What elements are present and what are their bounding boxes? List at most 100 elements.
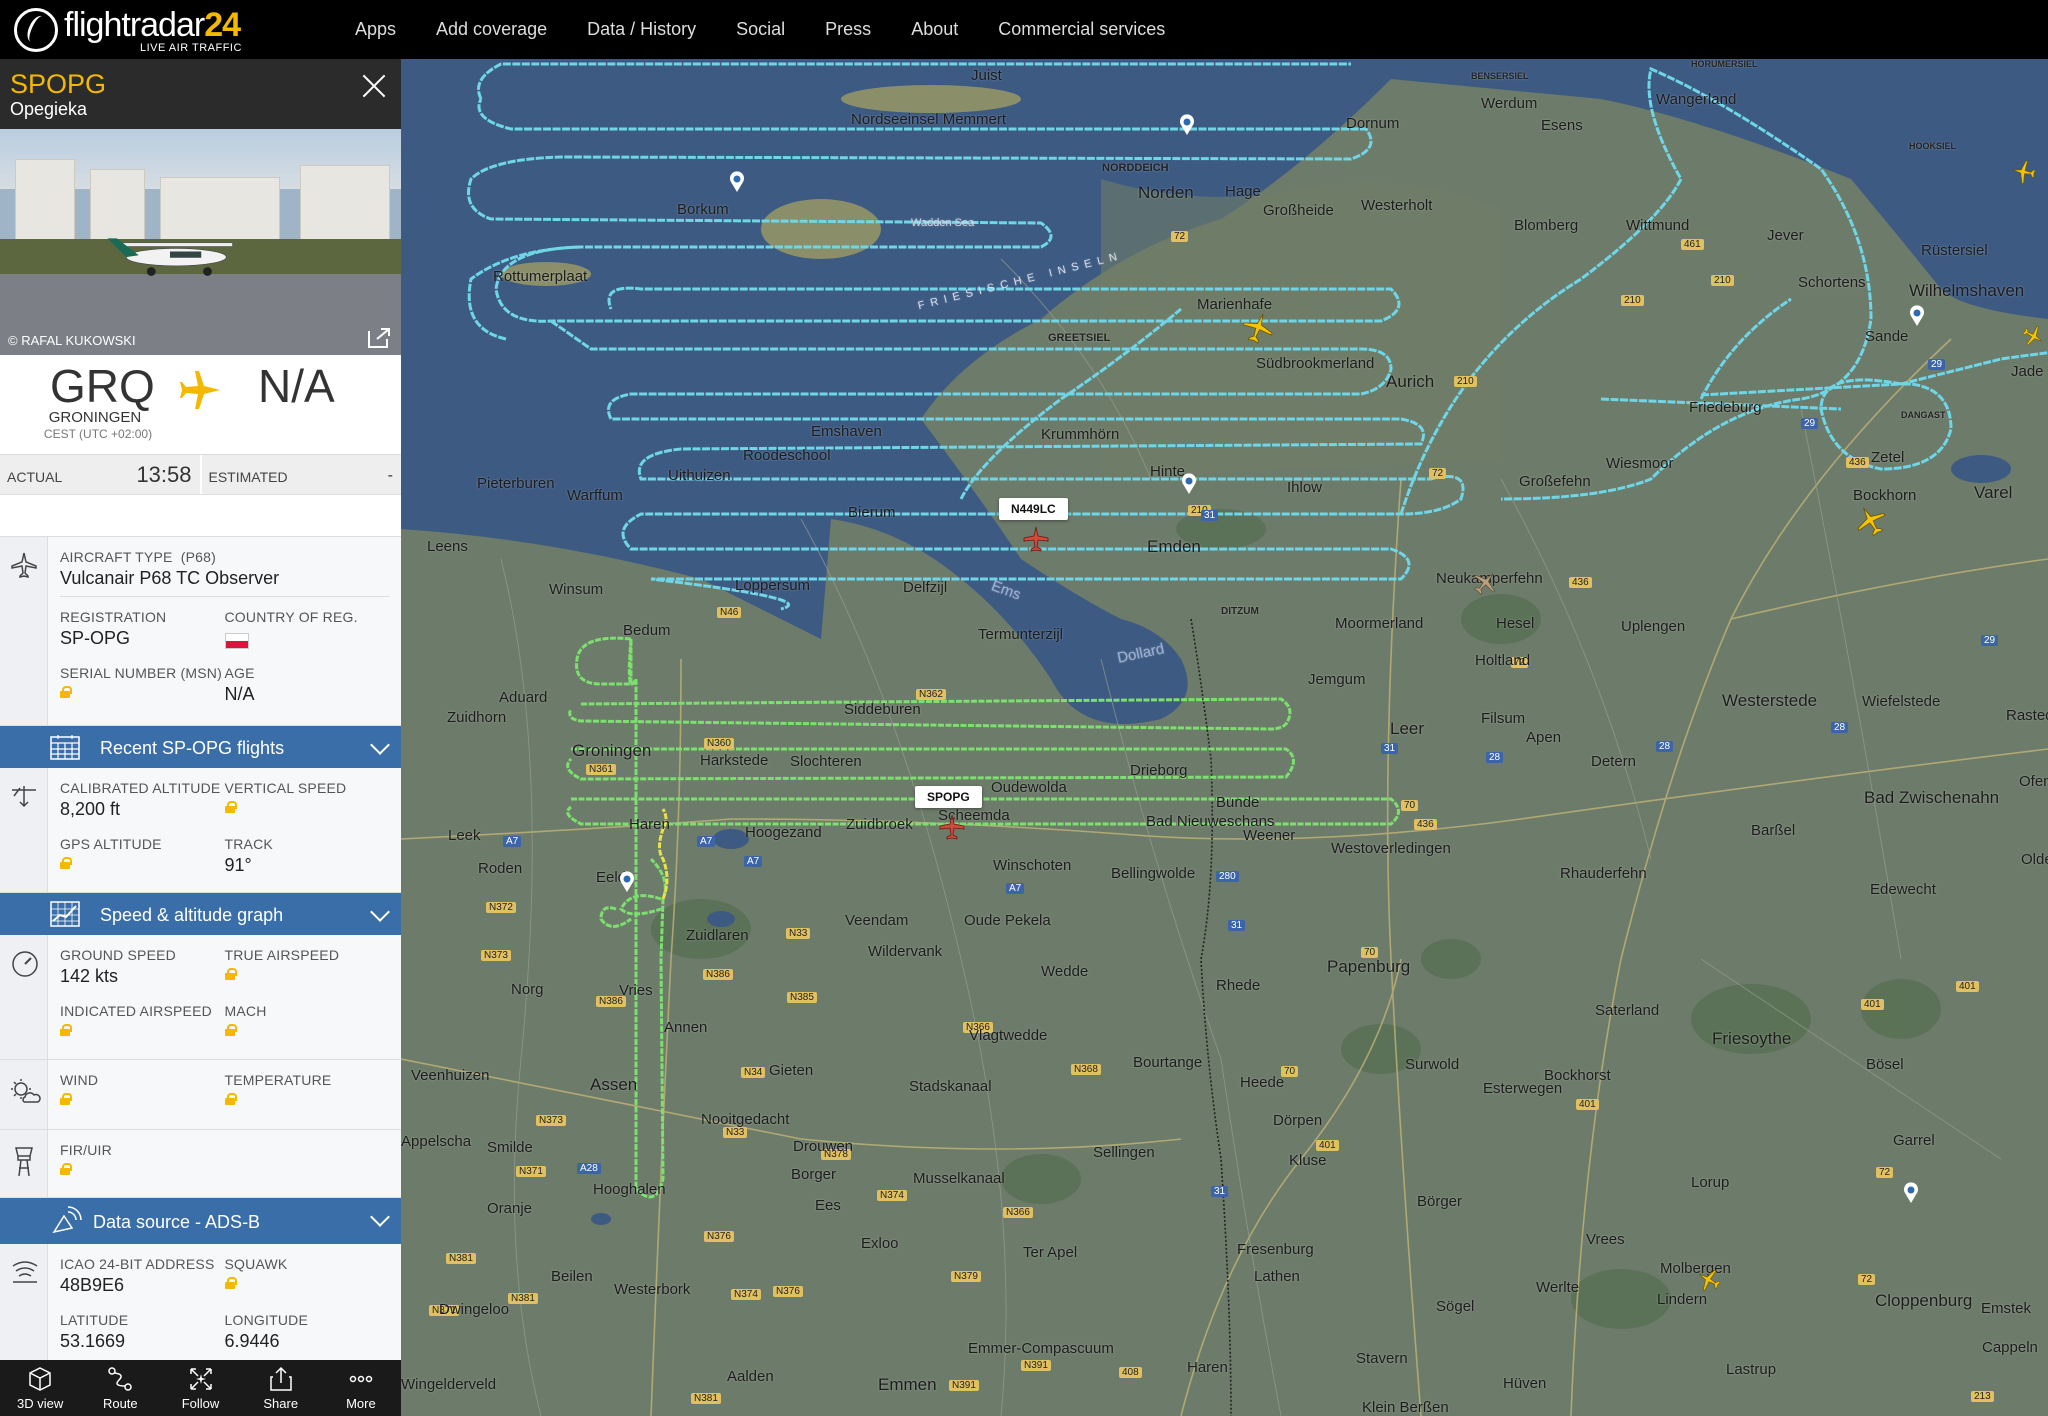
map-place-label: Harkstede xyxy=(700,752,769,769)
aircraft-type-name: Vulcanair P68 TC Observer xyxy=(60,568,280,588)
map-pin-icon[interactable] xyxy=(1903,1182,1919,1204)
selected-aircraft-icon[interactable] xyxy=(938,813,966,841)
map-place-label: Norden xyxy=(1138,183,1194,202)
ground-speed-value: 142 kts xyxy=(60,966,119,986)
age-value: N/A xyxy=(224,684,255,704)
wind-label: WIND xyxy=(60,1072,99,1088)
nav-press[interactable]: Press xyxy=(825,19,871,40)
road-number-label: N366 xyxy=(1003,1207,1033,1218)
destination-airport-code: N/A xyxy=(258,360,335,412)
aircraft-tag-n449lc[interactable]: N449LC xyxy=(999,498,1068,520)
registration-value[interactable]: SP-OPG xyxy=(60,628,225,649)
nav-about[interactable]: About xyxy=(911,19,958,40)
more-button[interactable]: More xyxy=(321,1360,401,1416)
recent-flights-bar[interactable]: Recent SP-OPG flights xyxy=(0,726,401,768)
estimated-time: - xyxy=(387,467,393,484)
nav-social[interactable]: Social xyxy=(736,19,785,40)
lock-icon[interactable] xyxy=(224,1277,237,1289)
road-number-label: 28 xyxy=(1656,741,1674,752)
map-place-label: Wiefelstede xyxy=(1862,693,1941,710)
poland-flag-icon xyxy=(224,633,249,649)
lock-icon[interactable] xyxy=(60,857,72,869)
map-place-label: Lindern xyxy=(1657,1291,1708,1308)
map-place-label: Vries xyxy=(619,982,653,999)
close-icon[interactable] xyxy=(359,71,389,101)
selected-aircraft-icon[interactable] xyxy=(1022,525,1050,553)
flightradar24-logo[interactable]: flightradar24 LIVE AIR TRAFFIC xyxy=(14,6,244,54)
flight-map[interactable]: 72 461 210 210 210 436 72 210 436 72 436… xyxy=(401,59,2048,1416)
map-place-label: Ees xyxy=(815,1197,841,1214)
graph-icon xyxy=(50,901,80,927)
map-place-label: Juist xyxy=(971,67,1002,84)
aircraft-marker-icon[interactable] xyxy=(2021,324,2045,348)
road-number-label: 31 xyxy=(1228,920,1246,931)
aircraft-tag-spopg[interactable]: SPOPG xyxy=(915,786,982,808)
lock-icon[interactable] xyxy=(224,1093,237,1105)
aircraft-marker-icon[interactable] xyxy=(1854,504,1888,538)
follow-button[interactable]: Follow xyxy=(160,1360,240,1416)
map-place-label: Hinte xyxy=(1150,463,1186,480)
lock-icon[interactable] xyxy=(60,1163,72,1175)
chevron-down-icon[interactable] xyxy=(370,735,390,755)
aircraft-marker-icon[interactable] xyxy=(1696,1267,1722,1293)
lock-icon[interactable] xyxy=(60,1093,72,1105)
map-place-label: Garrel xyxy=(1893,1132,1935,1149)
map-place-label: Wiesmoor xyxy=(1606,455,1674,472)
map-place-label: Wildervank xyxy=(868,943,943,960)
lock-icon[interactable] xyxy=(60,686,72,698)
map-place-label: Filsum xyxy=(1481,710,1526,727)
lock-icon[interactable] xyxy=(224,968,237,980)
route-button[interactable]: Route xyxy=(80,1360,160,1416)
map-pin-icon[interactable] xyxy=(619,871,635,893)
aircraft-marker-icon[interactable] xyxy=(1241,311,1275,345)
longitude-label: LONGITUDE xyxy=(224,1312,308,1328)
more-dots-icon xyxy=(349,1375,373,1383)
longitude-value: 6.9446 xyxy=(224,1331,280,1351)
chevron-down-icon[interactable] xyxy=(370,902,390,922)
road-number-label: 72 xyxy=(1876,1167,1894,1178)
road-number-label: 436 xyxy=(1414,819,1437,830)
map-place-label: Haren xyxy=(629,816,670,833)
nav-add-coverage[interactable]: Add coverage xyxy=(436,19,547,40)
map-place-label: Appelscha xyxy=(401,1133,472,1150)
track-value: 91° xyxy=(224,855,252,875)
nav-data-history[interactable]: Data / History xyxy=(587,19,696,40)
map-place-label: Uithuizen xyxy=(668,467,731,484)
road-number-label: A28 xyxy=(577,1163,601,1174)
road-number-label: N391 xyxy=(949,1380,979,1391)
map-place-label: Jade xyxy=(2011,363,2044,380)
chevron-down-icon[interactable] xyxy=(370,1207,390,1227)
map-pin-icon[interactable] xyxy=(729,171,745,193)
map-pin-icon[interactable] xyxy=(1909,305,1925,327)
map-place-label: Leek xyxy=(448,827,481,844)
origin-airport-code[interactable]: GRQ xyxy=(50,359,155,413)
share-button[interactable]: Share xyxy=(241,1360,321,1416)
map-pin-icon[interactable] xyxy=(1181,473,1197,495)
road-number-label: N373 xyxy=(536,1115,566,1126)
map-place-label: Winsum xyxy=(549,581,604,598)
logo-name: flightradar xyxy=(64,6,205,44)
map-place-label: Ter Apel xyxy=(1023,1244,1078,1261)
3d-view-button[interactable]: 3D view xyxy=(0,1360,80,1416)
nav-apps[interactable]: Apps xyxy=(355,19,396,40)
road-number-label: 210 xyxy=(1621,295,1644,306)
nav-commercial-services[interactable]: Commercial services xyxy=(998,19,1165,40)
map-base xyxy=(401,59,2048,1416)
lock-icon[interactable] xyxy=(224,1024,237,1036)
aircraft-photo[interactable]: © RAFAL KUKOWSKI xyxy=(0,129,401,355)
map-place-label: Stavern xyxy=(1356,1350,1408,1367)
map-pin-icon[interactable] xyxy=(1179,114,1195,136)
data-source-bar[interactable]: Data source - ADS-B xyxy=(0,1198,401,1244)
map-place-label: Rottumerplaat xyxy=(493,268,588,285)
map-place-label: Zuidhorn xyxy=(447,709,507,726)
lock-icon[interactable] xyxy=(60,1024,72,1036)
aircraft-marker-icon[interactable] xyxy=(1471,569,1499,597)
map-place-label: Smilde xyxy=(487,1139,533,1156)
speed-altitude-graph-bar[interactable]: Speed & altitude graph xyxy=(0,893,401,935)
map-place-label: Aalden xyxy=(727,1368,774,1385)
map-place-label: Südbrookmerland xyxy=(1256,355,1375,372)
lock-icon[interactable] xyxy=(224,801,237,813)
open-external-icon[interactable] xyxy=(367,327,391,349)
airline-name[interactable]: Opegieka xyxy=(10,99,87,120)
aircraft-marker-icon[interactable] xyxy=(2011,159,2037,185)
